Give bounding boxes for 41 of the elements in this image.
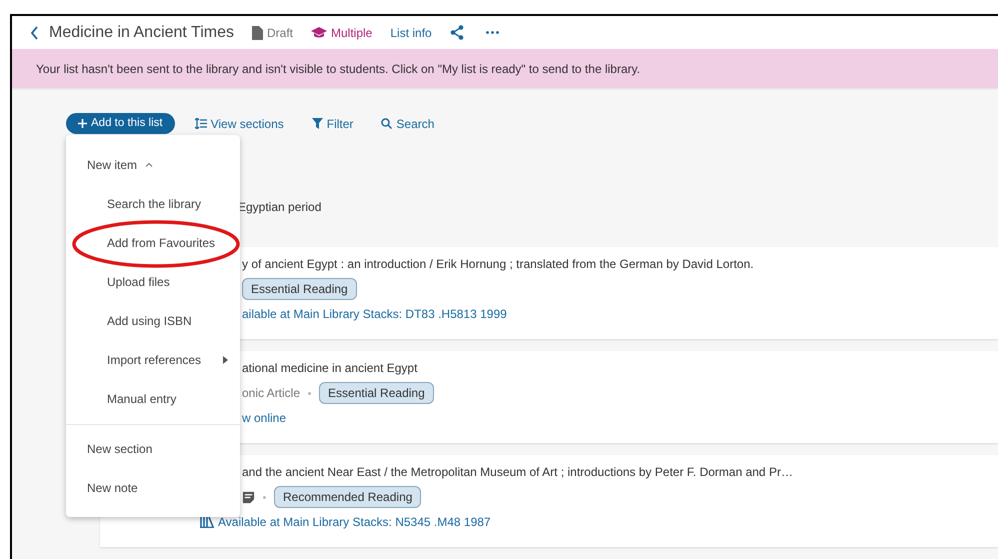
submenu-caret-icon (223, 356, 228, 364)
notice-text: Your list hasn't been sent to the library and isn't visible to students. Click on "My list is ready" to send to the library. (36, 60, 640, 78)
view-sections-button[interactable]: View sections (194, 114, 284, 132)
filter-icon (312, 118, 323, 129)
audience-label[interactable]: Multiple (331, 24, 372, 42)
chevron-icon (145, 162, 154, 167)
item-title[interactable]: y of ancient Egypt : an introduction / Erik Hornung ; translated from the German by David Lorton. (242, 257, 754, 271)
add-to-list-button[interactable]: Add to this list (66, 113, 175, 134)
filter-button[interactable]: Filter (312, 114, 354, 132)
item-title[interactable]: and the ancient Near East / the Metropolitan Museum of Art ; introductions by Peter F. Dorman and Pr… (242, 465, 793, 479)
status-label: Draft (266, 24, 293, 42)
availability-link[interactable]: ailable at Main Library Stacks: DT83 .H5813 1999 (242, 305, 507, 323)
document-icon (252, 26, 263, 40)
back-icon[interactable] (30, 26, 39, 40)
reading-tag: Essential Reading (319, 382, 434, 404)
menu-item[interactable]: Search the library (66, 184, 240, 223)
availability-link[interactable]: Available at Main Library Stacks: N5345 .M48 1987 (218, 513, 491, 531)
sort-list-icon (194, 118, 207, 129)
menu-item[interactable]: New note (66, 468, 240, 507)
graduation-cap-icon (311, 26, 327, 39)
new-item-toggle[interactable]: New item (66, 145, 240, 184)
item-type: onic Article (242, 385, 300, 402)
menu-item[interactable]: Add from Favourites (66, 223, 240, 262)
item-title[interactable]: ational medicine in ancient Egypt (242, 361, 418, 375)
reading-tag: Recommended Reading (274, 486, 422, 508)
list-info-link[interactable]: List info (390, 24, 432, 42)
note-icon (242, 490, 255, 504)
plus-icon (78, 119, 87, 128)
menu-item[interactable]: Add using ISBN (66, 301, 240, 340)
reading-tag: Essential Reading (242, 278, 357, 300)
more-icon[interactable] (486, 31, 499, 34)
list-title: Medicine in Ancient Times (49, 22, 234, 43)
search-button[interactable]: Search (381, 114, 434, 132)
books-icon (200, 516, 214, 528)
menu-item[interactable]: Manual entry (66, 379, 240, 418)
availability-link[interactable]: w online (242, 409, 286, 427)
share-icon[interactable] (450, 25, 464, 40)
menu-item[interactable]: Upload files (66, 262, 240, 301)
menu-item[interactable]: Import references (66, 340, 240, 379)
search-icon (381, 118, 392, 129)
menu-item[interactable]: New section (66, 429, 240, 468)
